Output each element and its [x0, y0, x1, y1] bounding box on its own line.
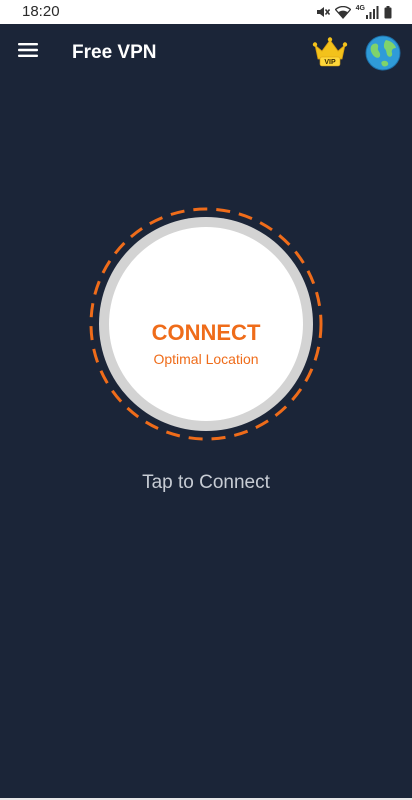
mute-icon	[316, 5, 330, 19]
connect-button[interactable]: CONNECT Optimal Location	[99, 217, 313, 431]
connect-button-face: CONNECT Optimal Location	[109, 227, 303, 421]
hamburger-menu-icon	[18, 42, 38, 63]
globe-icon	[365, 35, 401, 71]
battery-icon	[384, 5, 392, 19]
app-title: Free VPN	[72, 42, 157, 63]
crown-icon: VIP	[312, 37, 348, 67]
status-icons: 4G	[316, 4, 392, 20]
location-label: Optimal Location	[153, 351, 259, 367]
app-bar: Free VPN VIP	[0, 24, 412, 80]
status-time: 18:20	[22, 3, 60, 20]
connect-label: CONNECT	[151, 320, 261, 345]
menu-button[interactable]	[8, 32, 48, 72]
wifi-icon	[334, 5, 351, 19]
vip-button[interactable]: VIP	[310, 36, 350, 68]
network-type-label: 4G	[355, 4, 365, 12]
app-screen: 18:20 4G Free VPN VIP CONNECT Optimal Lo…	[0, 0, 412, 800]
connect-hint: Tap to Connect	[142, 472, 270, 493]
status-bar: 18:20 4G	[0, 0, 412, 24]
vip-badge-text: VIP	[324, 59, 336, 66]
signal-icon	[366, 5, 379, 19]
connect-control: CONNECT Optimal Location	[88, 206, 324, 442]
location-button[interactable]	[364, 34, 402, 72]
